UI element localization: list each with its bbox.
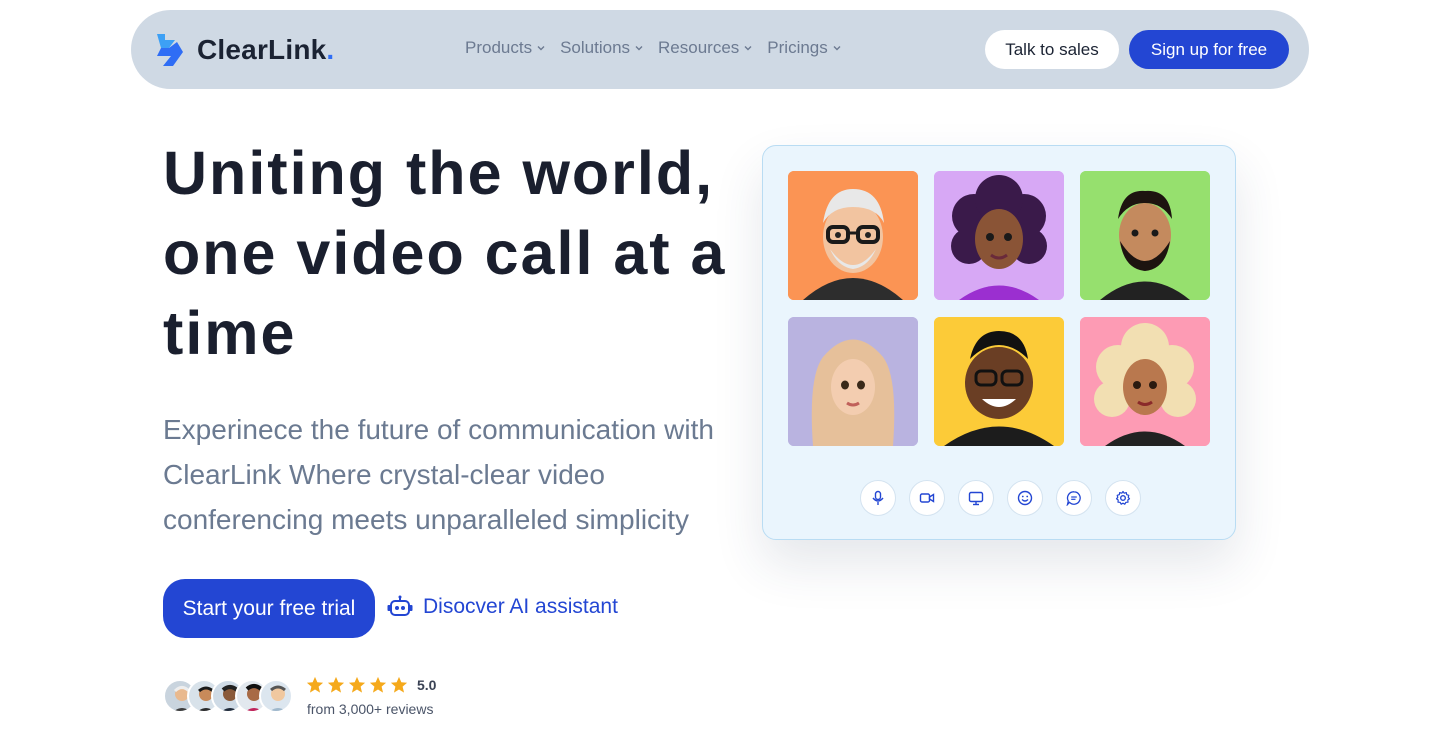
brand-logo[interactable]: ClearLink. bbox=[151, 32, 334, 68]
menu-products[interactable]: Products bbox=[465, 38, 546, 58]
menu-resources-label: Resources bbox=[658, 38, 740, 57]
participant-bearded-man bbox=[1080, 171, 1210, 300]
star-icon bbox=[390, 676, 408, 693]
chevron-down-icon bbox=[635, 46, 643, 51]
star-icon bbox=[348, 676, 366, 693]
star-icon bbox=[369, 676, 387, 693]
start-free-trial-button[interactable]: Start your free trial bbox=[163, 579, 375, 638]
main-menu: Products Solutions Resources Pricings bbox=[465, 38, 842, 58]
microphone-icon bbox=[872, 490, 884, 505]
screen-share-icon bbox=[968, 491, 984, 506]
video-camera-icon bbox=[919, 493, 935, 503]
camera-button[interactable] bbox=[909, 480, 945, 516]
chat-icon bbox=[1066, 491, 1081, 506]
rating-stars: 5.0 bbox=[306, 676, 436, 694]
chevron-down-icon bbox=[537, 46, 545, 51]
menu-resources[interactable]: Resources bbox=[658, 38, 753, 58]
menu-solutions-label: Solutions bbox=[560, 38, 631, 57]
participant-smiling-man bbox=[934, 317, 1064, 446]
reviewer-avatars bbox=[163, 679, 293, 713]
participant-hijab-woman bbox=[788, 317, 918, 446]
menu-pricings[interactable]: Pricings bbox=[767, 38, 841, 58]
participant-curly-woman bbox=[934, 171, 1064, 300]
brand-name: ClearLink bbox=[197, 34, 327, 65]
screen-share-button[interactable] bbox=[958, 480, 994, 516]
menu-products-label: Products bbox=[465, 38, 533, 57]
mute-button[interactable] bbox=[860, 480, 896, 516]
star-icon bbox=[306, 676, 324, 693]
talk-to-sales-button[interactable]: Talk to sales bbox=[985, 30, 1119, 69]
menu-solutions[interactable]: Solutions bbox=[560, 38, 644, 58]
hero-subtitle: Experinece the future of communication w… bbox=[163, 414, 714, 535]
chevron-down-icon bbox=[833, 46, 841, 51]
discover-ai-assistant-link[interactable]: Disocver AI assistant bbox=[387, 595, 618, 619]
star-icon bbox=[327, 676, 345, 693]
participant-elder-man bbox=[788, 171, 918, 300]
sign-up-button[interactable]: Sign up for free bbox=[1129, 30, 1289, 69]
brand-dot: . bbox=[326, 34, 335, 65]
chevron-down-icon bbox=[744, 46, 752, 51]
hero-title: Uniting the world, one video call at a t… bbox=[163, 139, 727, 367]
chat-button[interactable] bbox=[1056, 480, 1092, 516]
ai-assistant-label: Disocver AI assistant bbox=[423, 595, 618, 618]
participant-blonde-woman bbox=[1080, 317, 1210, 446]
emoji-icon bbox=[1017, 490, 1033, 506]
top-navbar: ClearLink. Products Solutions Resources … bbox=[131, 10, 1309, 89]
clearlink-logo-icon bbox=[157, 34, 183, 66]
avatar bbox=[259, 679, 293, 713]
settings-icon bbox=[1115, 490, 1131, 505]
call-controls bbox=[860, 480, 1141, 516]
review-count: from 3,000+ reviews bbox=[307, 701, 434, 717]
video-call-preview bbox=[762, 145, 1236, 540]
rating-value: 5.0 bbox=[417, 677, 437, 693]
settings-button[interactable] bbox=[1105, 480, 1141, 516]
robot-icon bbox=[387, 595, 413, 616]
reactions-button[interactable] bbox=[1007, 480, 1043, 516]
menu-pricings-label: Pricings bbox=[767, 38, 828, 57]
